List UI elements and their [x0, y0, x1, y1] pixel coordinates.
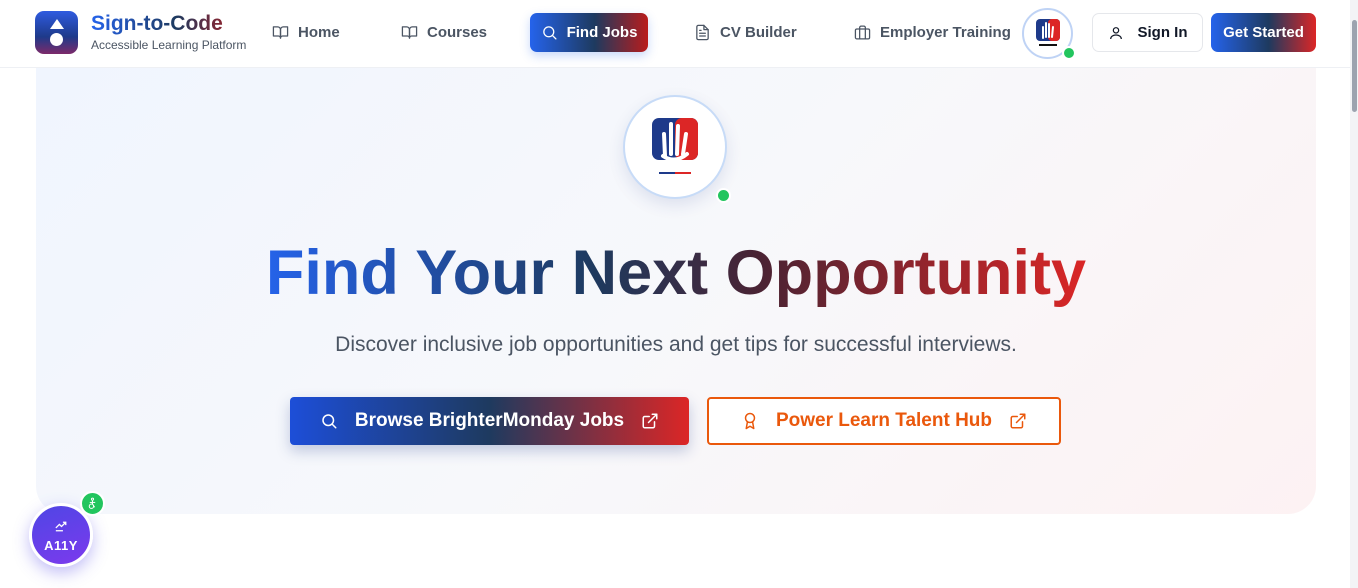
page-scrollbar-thumb[interactable]: [1352, 20, 1357, 112]
file-text-icon: [696, 24, 709, 41]
brand-logo-icon: [35, 11, 78, 54]
sign-in-button[interactable]: Sign In: [1092, 13, 1203, 52]
browse-jobs-button[interactable]: Browse BrighterMonday Jobs: [290, 397, 689, 445]
book-open-icon: [401, 26, 418, 39]
user-icon: [1109, 26, 1122, 39]
external-link-icon: [642, 413, 658, 429]
browse-jobs-label: Browse BrighterMonday Jobs: [354, 410, 625, 431]
accessibility-label: A11Y: [44, 537, 78, 553]
accessibility-icon: [88, 497, 96, 509]
talent-hub-button[interactable]: Power Learn Talent Hub: [707, 397, 1061, 445]
hero-status-dot: [716, 188, 731, 203]
search-icon: [542, 26, 557, 40]
sign-in-label: Sign In: [1137, 24, 1188, 41]
nav-employer-training-label: Employer Training: [880, 24, 1011, 41]
accessibility-badge: [80, 491, 105, 516]
hero-logo: [623, 95, 727, 199]
get-started-label: Get Started: [1223, 24, 1304, 41]
book-open-icon: [272, 26, 289, 39]
nav-home-label: Home: [298, 24, 340, 41]
nav-employer-training[interactable]: Employer Training: [854, 13, 1011, 52]
nav-courses[interactable]: Courses: [401, 13, 487, 52]
hand-icon: [54, 521, 66, 531]
talent-hub-label: Power Learn Talent Hub: [775, 410, 993, 431]
nav-find-jobs-label: Find Jobs: [566, 24, 638, 41]
brand-home-link[interactable]: Sign-to-Code Accessible Learning Platfor…: [35, 11, 246, 54]
nav-cv-builder-label: CV Builder: [720, 24, 797, 41]
nav-home[interactable]: Home: [272, 13, 340, 52]
brand-subtitle: Accessible Learning Platform: [91, 38, 247, 52]
nav-courses-label: Courses: [427, 24, 488, 41]
search-icon: [322, 414, 337, 429]
get-started-button[interactable]: Get Started: [1211, 13, 1316, 52]
sign-to-code-logo-icon: [1035, 18, 1060, 46]
nav-find-jobs[interactable]: Find Jobs: [530, 13, 648, 52]
briefcase-icon: [854, 25, 871, 40]
top-navbar: Sign-to-Code Accessible Learning Platfor…: [0, 0, 1358, 68]
online-status-dot: [1062, 46, 1076, 60]
hero-title: Find Your Next Opportunity: [0, 234, 1352, 312]
nav-cv-builder[interactable]: CV Builder: [694, 13, 797, 52]
award-icon: [744, 412, 756, 430]
brand-title: Sign-to-Code: [91, 13, 246, 35]
sign-to-code-logo-icon: [652, 118, 698, 174]
hero-subtitle: Discover inclusive job opportunities and…: [335, 333, 1017, 356]
external-link-icon: [1010, 413, 1026, 429]
